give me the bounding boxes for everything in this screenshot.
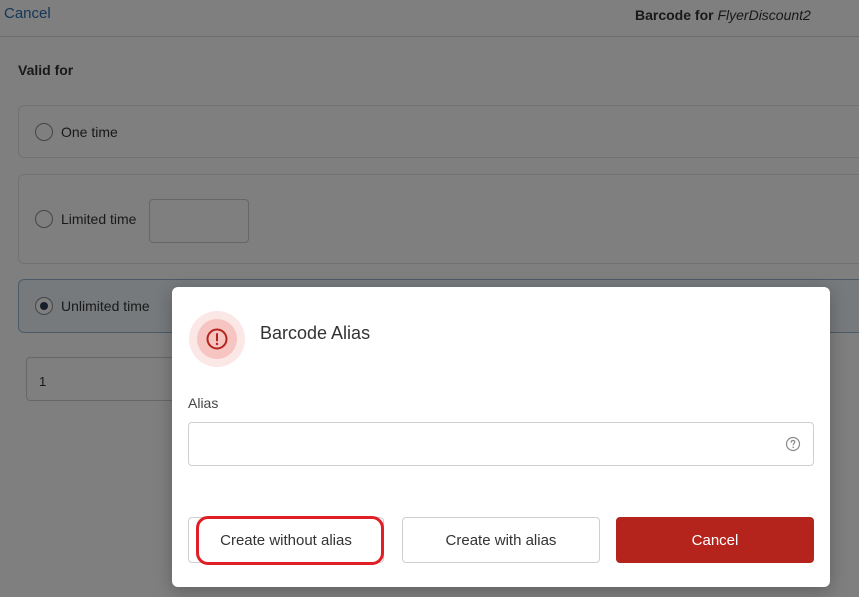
barcode-alias-modal: Barcode Alias Alias Create without alias… — [172, 287, 830, 587]
create-with-alias-button[interactable]: Create with alias — [402, 517, 600, 563]
alias-input[interactable] — [188, 422, 814, 466]
create-without-alias-button[interactable]: Create without alias — [188, 517, 384, 563]
alias-label: Alias — [188, 395, 219, 411]
help-icon[interactable] — [785, 436, 801, 457]
modal-cancel-button[interactable]: Cancel — [616, 517, 814, 563]
modal-title: Barcode Alias — [260, 323, 371, 343]
alert-circle-icon — [189, 311, 245, 367]
